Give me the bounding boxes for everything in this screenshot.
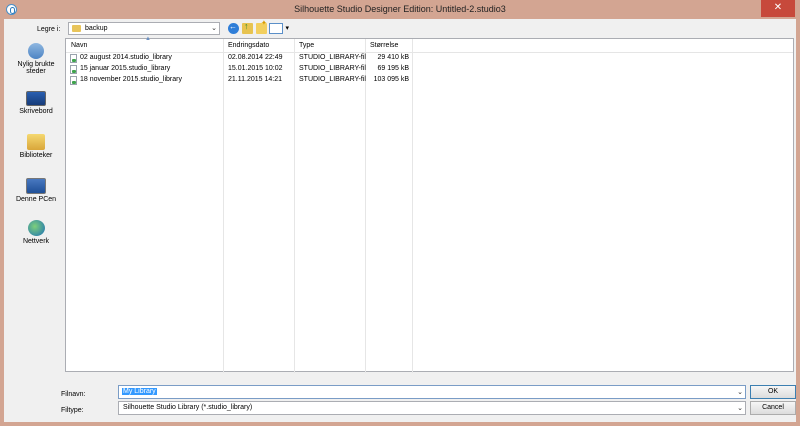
column-divider[interactable] (223, 39, 224, 373)
folder-icon (72, 25, 81, 32)
filename-input[interactable]: My Library ⌄ (118, 385, 746, 399)
file-size: 29 410 kB (377, 54, 409, 61)
dialog-footer: Filnavn: My Library ⌄ Filtype: Silhouett… (4, 372, 796, 422)
column-header-type[interactable]: Type (299, 42, 314, 49)
file-date: 15.01.2015 10:02 (228, 65, 283, 72)
filetype-select[interactable]: Silhouette Studio Library (*.studio_libr… (118, 401, 746, 415)
cancel-button[interactable]: Cancel (750, 401, 796, 415)
file-name: 15 januar 2015.studio_library (80, 65, 171, 72)
place-label: Nylig brukte steder (17, 61, 55, 75)
file-row[interactable]: 15 januar 2015.studio_library 15.01.2015… (66, 64, 416, 75)
file-date: 21.11.2015 14:21 (228, 76, 282, 83)
dialog-client-area: Legre i: backup ⌄ Nylig brukte steder Sk… (4, 19, 796, 422)
column-divider[interactable] (412, 39, 413, 373)
chevron-down-icon[interactable]: ⌄ (737, 388, 743, 396)
file-type: STUDIO_LIBRARY-fil (299, 65, 366, 72)
chevron-down-icon[interactable]: ⌄ (211, 24, 217, 32)
look-in-dropdown[interactable]: backup ⌄ (68, 22, 220, 35)
chevron-down-icon[interactable]: ⌄ (737, 404, 743, 412)
place-desktop[interactable]: Skrivebord (8, 91, 64, 115)
place-this-pc[interactable]: Denne PCen (8, 178, 64, 203)
list-header: Navn ▲ Endringsdato Type Størrelse (66, 36, 793, 53)
places-bar: Nylig brukte steder Skrivebord Bibliotek… (8, 38, 64, 372)
file-date: 02.08.2014 22:49 (228, 54, 283, 61)
filetype-label: Filtype: (61, 407, 84, 414)
studio-library-file-icon (70, 54, 77, 63)
place-recent[interactable]: Nylig brukte steder (8, 43, 64, 75)
file-row[interactable]: 02 august 2014.studio_library 02.08.2014… (66, 53, 416, 64)
file-size: 69 195 kB (377, 65, 409, 72)
filetype-value: Silhouette Studio Library (*.studio_libr… (123, 404, 253, 411)
studio-library-file-icon (70, 76, 77, 85)
computer-icon (26, 178, 46, 194)
column-header-size[interactable]: Størrelse (370, 42, 398, 49)
file-name: 02 august 2014.studio_library (80, 54, 172, 61)
new-folder-icon[interactable] (256, 19, 267, 34)
look-in-value: backup (85, 25, 108, 32)
network-icon (27, 220, 45, 236)
desktop-icon (26, 91, 46, 106)
filename-label: Filnavn: (61, 391, 86, 398)
save-dialog-window: Silhouette Studio Designer Edition: Unti… (0, 0, 800, 426)
up-folder-icon[interactable] (242, 21, 253, 34)
column-header-date[interactable]: Endringsdato (228, 42, 269, 49)
place-label: Nettverk (22, 238, 50, 245)
view-menu-icon[interactable] (269, 23, 289, 34)
window-title: Silhouette Studio Designer Edition: Unti… (294, 4, 506, 14)
file-type: STUDIO_LIBRARY-fil (299, 76, 366, 83)
column-divider[interactable] (365, 39, 366, 373)
place-libraries[interactable]: Biblioteker (8, 134, 64, 159)
recent-places-icon (28, 43, 44, 59)
filename-value[interactable]: My Library (122, 388, 157, 395)
studio-library-file-icon (70, 65, 77, 74)
ok-button[interactable]: OK (750, 385, 796, 399)
file-type: STUDIO_LIBRARY-fil (299, 54, 366, 61)
column-header-name[interactable]: Navn (71, 42, 87, 49)
column-divider[interactable] (294, 39, 295, 373)
look-in-label: Legre i: (37, 26, 61, 33)
libraries-icon (27, 134, 45, 150)
file-name: 18 november 2015.studio_library (80, 76, 182, 83)
file-list[interactable]: Navn ▲ Endringsdato Type Størrelse 02 au… (65, 36, 794, 373)
place-network[interactable]: Nettverk (8, 220, 64, 245)
file-row[interactable]: 18 november 2015.studio_library 21.11.20… (66, 75, 416, 86)
place-label: Biblioteker (19, 152, 53, 159)
back-icon[interactable] (228, 22, 239, 34)
sort-up-icon: ▲ (145, 36, 151, 42)
place-label: Skrivebord (19, 108, 53, 115)
title-bar[interactable]: Silhouette Studio Designer Edition: Unti… (0, 0, 800, 19)
close-button[interactable]: ✕ (761, 0, 795, 17)
place-label: Denne PCen (15, 196, 57, 203)
file-size: 103 095 kB (373, 76, 409, 83)
